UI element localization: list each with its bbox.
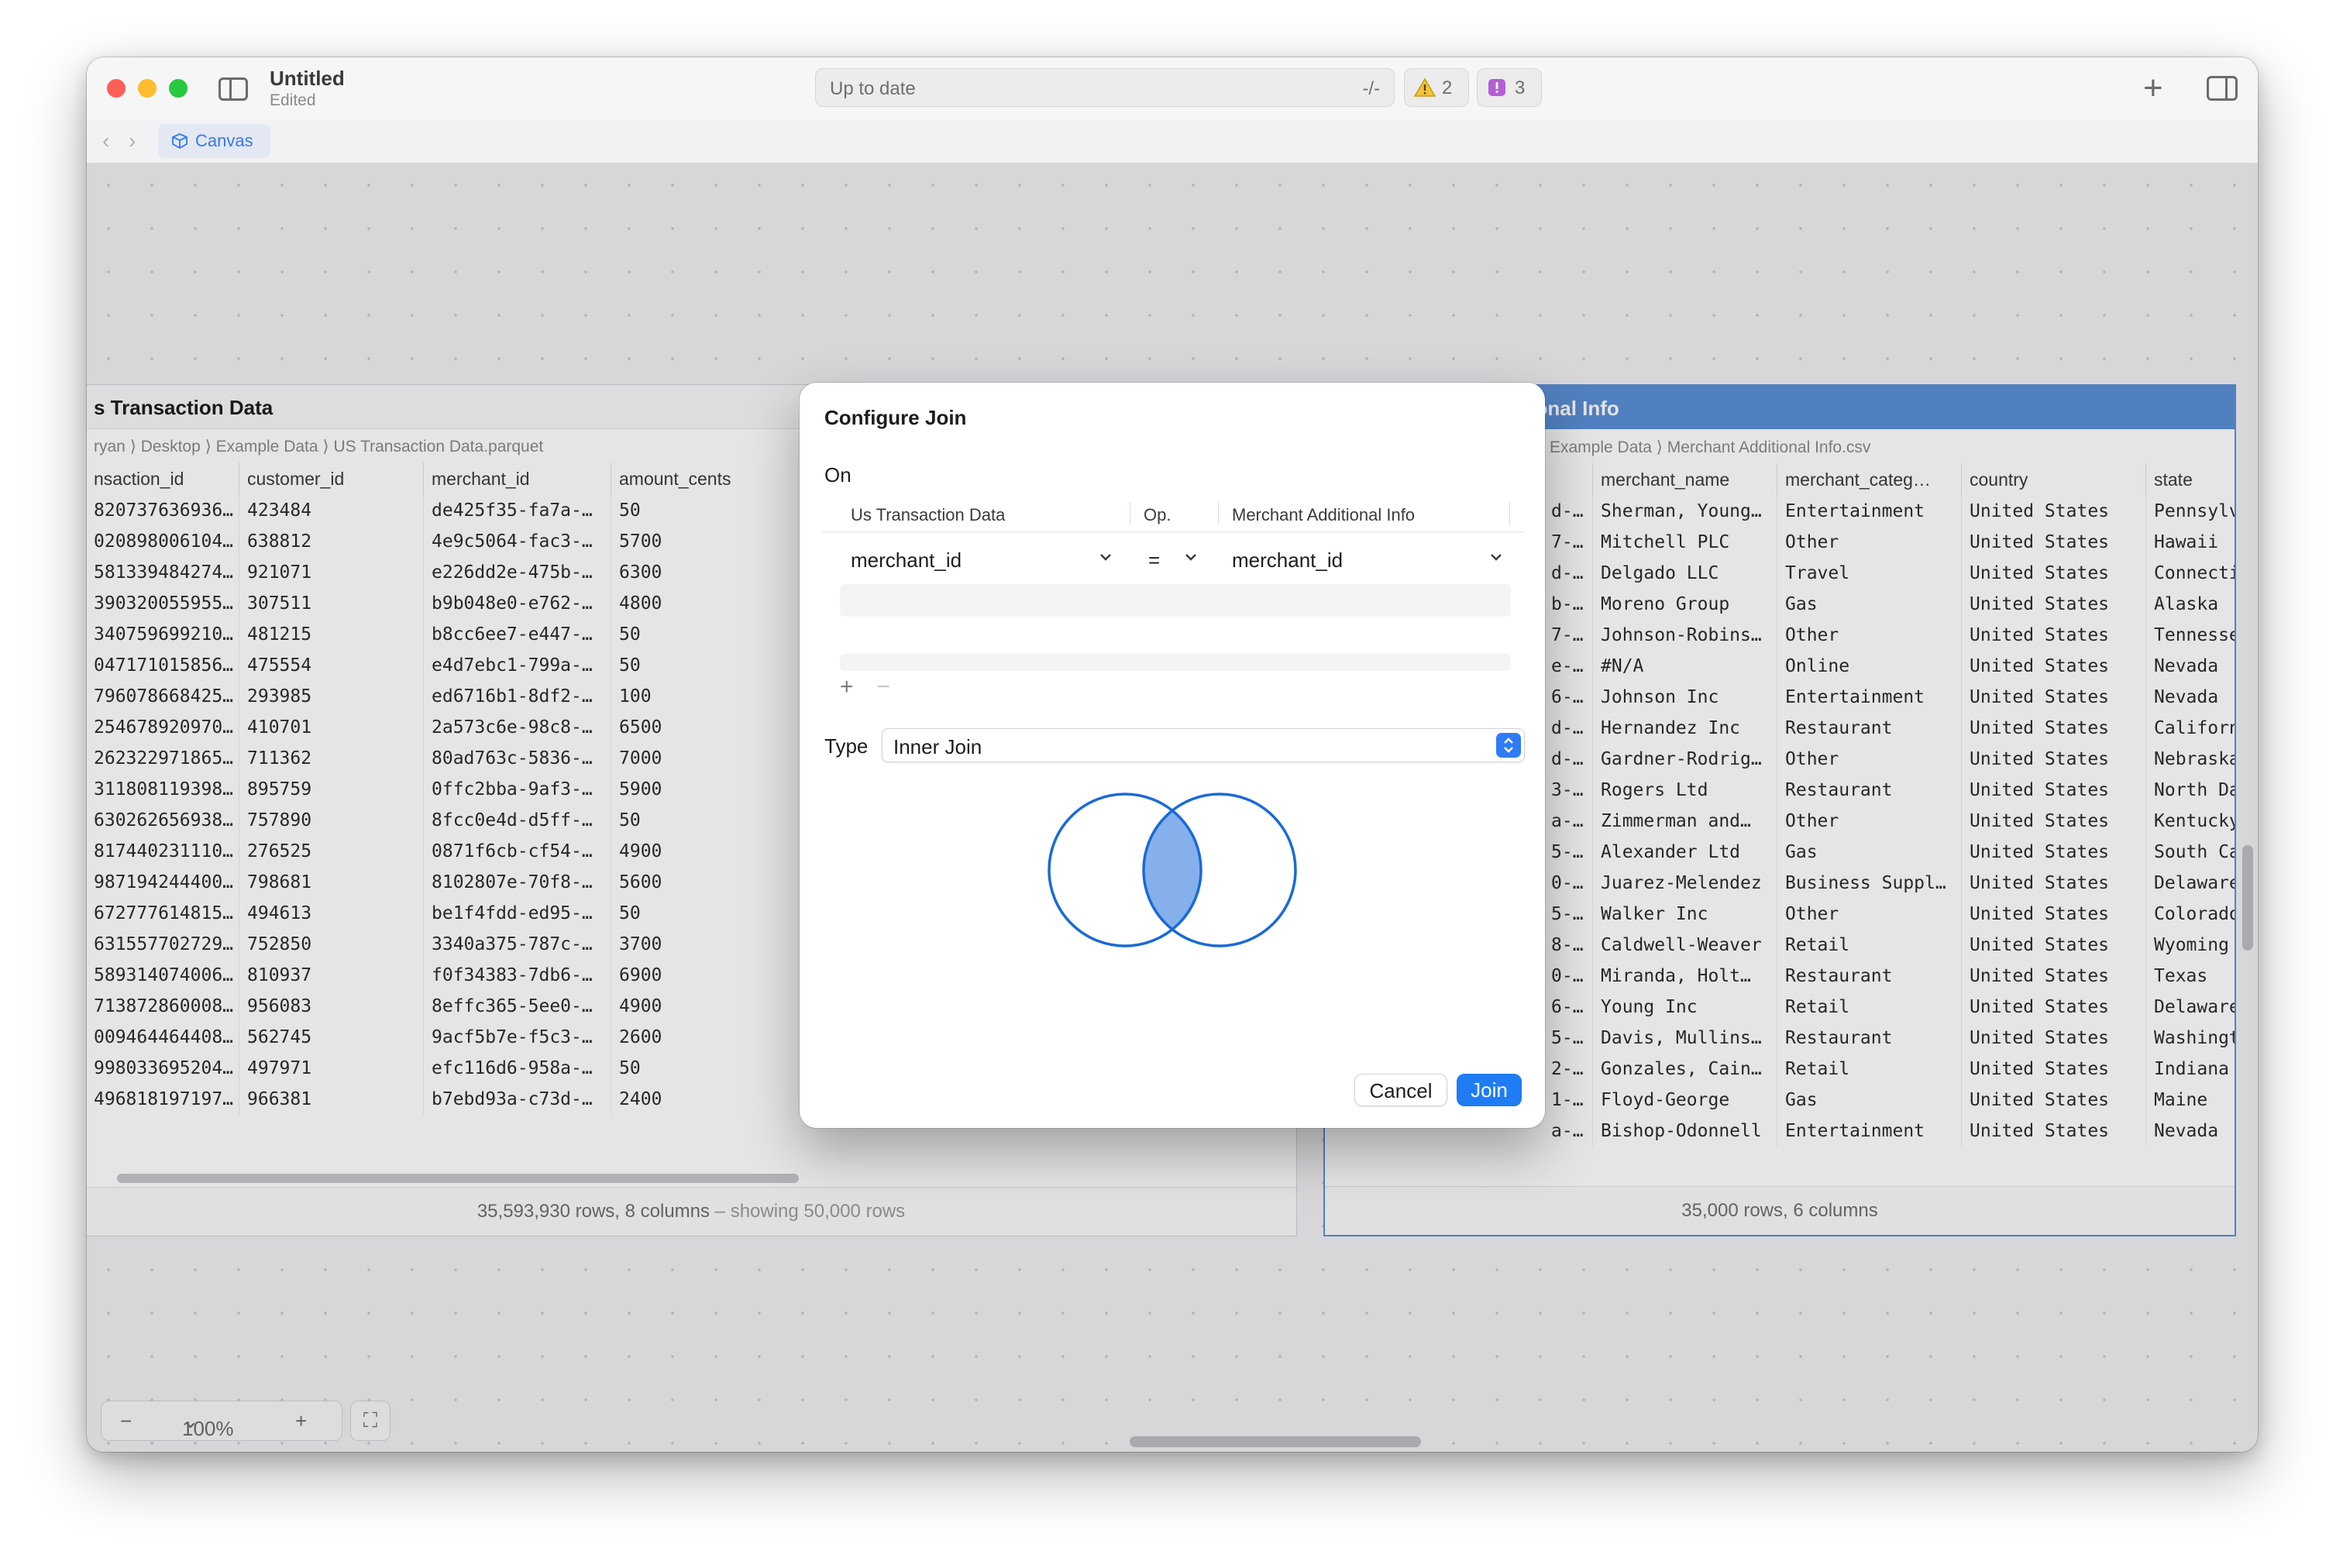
inspector-toggle-icon[interactable] bbox=[2207, 76, 2238, 101]
join-condition-row: merchant_id = merchant_id bbox=[823, 538, 1523, 584]
empty-condition-row[interactable] bbox=[840, 654, 1511, 671]
remove-condition-button[interactable]: − bbox=[877, 674, 891, 700]
right-column-select[interactable]: merchant_id bbox=[1232, 538, 1511, 584]
zoom-window-button[interactable] bbox=[169, 79, 188, 98]
add-remove-controls: + − bbox=[840, 674, 890, 700]
left-column-select[interactable]: merchant_id bbox=[851, 538, 1130, 584]
chevron-down-icon bbox=[1100, 554, 1111, 561]
empty-condition-row[interactable] bbox=[840, 584, 1511, 617]
issues-badge[interactable]: 3 bbox=[1477, 68, 1542, 107]
minimize-window-button[interactable] bbox=[138, 79, 157, 98]
join-button[interactable]: Join bbox=[1457, 1074, 1522, 1106]
join-type-value: Inner Join bbox=[893, 735, 982, 758]
left-table-column-header: Us Transaction Data bbox=[851, 505, 1006, 524]
tab-canvas-label: Canvas bbox=[195, 131, 253, 150]
dialog-title: Configure Join bbox=[824, 406, 967, 429]
titlebar: Untitled Edited Up to date -/- 2 3 + bbox=[87, 57, 2258, 120]
document-subtitle: Edited bbox=[270, 91, 316, 109]
issue-icon bbox=[1488, 79, 1505, 96]
canvas-icon bbox=[172, 133, 188, 149]
operator-column-header: Op. bbox=[1144, 505, 1172, 524]
up-down-chevron-icon bbox=[1496, 733, 1521, 758]
add-condition-button[interactable]: + bbox=[840, 674, 854, 700]
sidebar-toggle-icon[interactable] bbox=[218, 77, 248, 101]
back-button[interactable]: ‹ bbox=[102, 129, 109, 153]
join-conditions-header: Us Transaction Data Op. Merchant Additio… bbox=[823, 497, 1523, 532]
left-column-value: merchant_id bbox=[851, 548, 962, 572]
status-text: Up to date bbox=[830, 78, 916, 99]
tab-bar: ‹ › Canvas bbox=[87, 119, 2258, 163]
warning-icon bbox=[1414, 77, 1436, 97]
type-label: Type bbox=[824, 734, 869, 758]
operator-value: = bbox=[1148, 548, 1161, 572]
warnings-count: 2 bbox=[1442, 77, 1453, 98]
chevron-down-icon bbox=[1185, 554, 1196, 561]
document-title: Untitled bbox=[270, 67, 345, 90]
configure-join-dialog: Configure Join On Us Transaction Data Op… bbox=[800, 383, 1545, 1128]
tab-canvas[interactable]: Canvas bbox=[158, 124, 270, 158]
right-table-column-header: Merchant Additional Info bbox=[1232, 505, 1416, 524]
status-shortcut: -/- bbox=[1362, 78, 1380, 99]
join-type-select[interactable]: Inner Join bbox=[882, 728, 1525, 762]
issues-count: 3 bbox=[1515, 77, 1526, 98]
chevron-down-icon bbox=[1491, 554, 1502, 561]
cancel-button[interactable]: Cancel bbox=[1354, 1074, 1447, 1106]
warnings-badge[interactable]: 2 bbox=[1404, 68, 1469, 107]
close-window-button[interactable] bbox=[107, 79, 126, 98]
status-field[interactable]: Up to date -/- bbox=[815, 68, 1395, 107]
inner-join-venn-diagram bbox=[1048, 793, 1297, 947]
on-label: On bbox=[824, 463, 852, 487]
operator-select[interactable]: = bbox=[1144, 538, 1213, 584]
add-icon[interactable]: + bbox=[2143, 71, 2163, 105]
right-column-value: merchant_id bbox=[1232, 548, 1344, 572]
forward-button[interactable]: › bbox=[129, 129, 136, 153]
